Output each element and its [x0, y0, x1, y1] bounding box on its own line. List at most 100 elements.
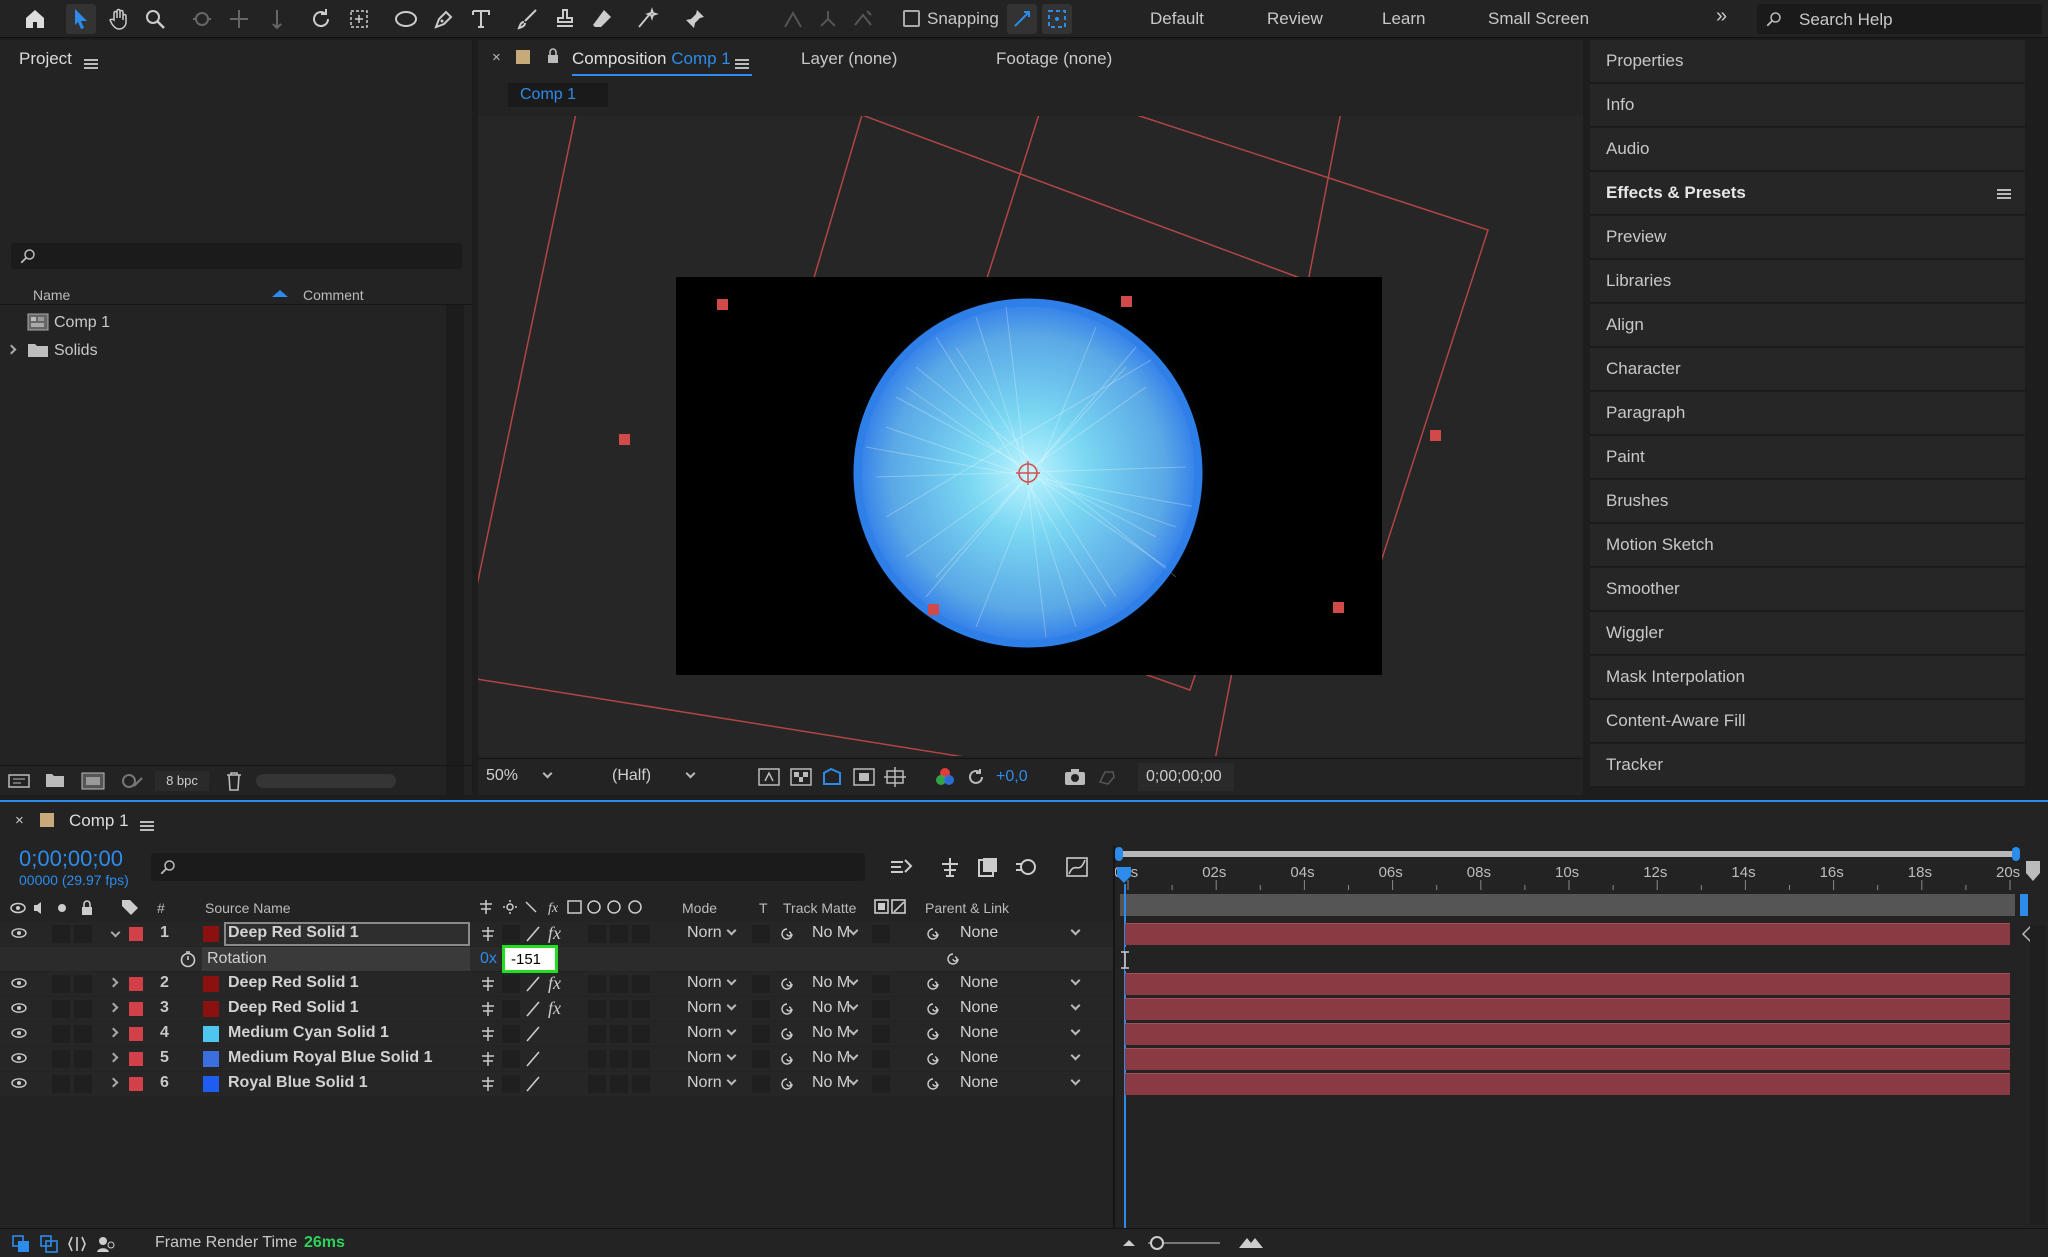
preserve-transparency-switch[interactable] — [752, 1025, 770, 1043]
preserve-transparency-switch[interactable] — [752, 1075, 770, 1093]
chevron-right-icon[interactable] — [108, 1027, 119, 1038]
project-item-solids[interactable]: Solids — [0, 338, 445, 364]
parent-dropdown[interactable]: None — [960, 974, 1081, 992]
parent-dropdown[interactable]: None — [960, 1024, 1081, 1042]
matte-pick-whip-icon[interactable] — [778, 976, 796, 992]
motion-blur-switch[interactable] — [610, 925, 628, 943]
layer-row[interactable]: 5 Medium Royal Blue Solid 1 Norn No M None — [0, 1047, 1113, 1071]
composition-frame[interactable] — [676, 277, 1382, 675]
close-tab-icon[interactable]: × — [492, 49, 501, 66]
rotation-degrees-input[interactable]: -151 — [502, 945, 558, 973]
lock-switch[interactable] — [74, 1075, 92, 1093]
solo-switch[interactable] — [52, 1075, 70, 1093]
pan-camera-icon[interactable] — [224, 4, 254, 34]
collapse-switch[interactable] — [502, 1075, 520, 1093]
layer-handle[interactable] — [928, 604, 939, 615]
label-color-swatch[interactable] — [129, 1002, 143, 1016]
parent-pick-whip-icon[interactable] — [924, 926, 942, 942]
snap-edges-icon[interactable] — [1007, 4, 1037, 34]
lock-switch[interactable] — [74, 975, 92, 993]
panel-info[interactable]: Info — [1590, 84, 2025, 127]
preserve-transparency-switch[interactable] — [752, 925, 770, 943]
adjustment-layer-switch[interactable] — [632, 1050, 650, 1068]
panel-align[interactable]: Align — [1590, 304, 2025, 347]
matte-invert-switch[interactable] — [872, 925, 890, 943]
matte-invert-switch[interactable] — [872, 975, 890, 993]
interpret-footage-icon[interactable] — [8, 772, 30, 790]
timeline-tab[interactable]: Comp 1 — [69, 811, 129, 831]
eye-icon[interactable] — [11, 1003, 27, 1013]
zoom-tool-icon[interactable] — [140, 4, 170, 34]
frame-blend-switch[interactable] — [588, 1075, 606, 1093]
roto-brush-icon[interactable] — [632, 4, 662, 34]
layer-name[interactable]: Medium Royal Blue Solid 1 — [228, 1049, 432, 1067]
solo-switch[interactable] — [52, 975, 70, 993]
current-time-indicator-head[interactable] — [1116, 866, 1132, 884]
matte-pick-whip-icon[interactable] — [778, 1076, 796, 1092]
bit-depth-button[interactable]: 8 bpc — [155, 771, 209, 791]
footage-tab[interactable]: Footage (none) — [996, 49, 1112, 69]
work-area-bar[interactable] — [1115, 847, 2020, 861]
timeline-pane-divider[interactable] — [1113, 845, 1115, 1230]
motion-blur-switch[interactable] — [610, 975, 628, 993]
panel-brushes[interactable]: Brushes — [1590, 480, 2025, 523]
effects-switch[interactable]: fx — [548, 923, 561, 944]
thumbnail-slider[interactable] — [256, 774, 396, 788]
reset-exposure-icon[interactable] — [966, 767, 986, 787]
snapping-option-3-icon[interactable] — [848, 4, 878, 34]
comp-button-icon[interactable] — [2024, 859, 2042, 887]
track-matte-dropdown[interactable]: No M — [812, 1049, 859, 1067]
parent-pick-whip-icon[interactable] — [924, 1051, 942, 1067]
track-matte-dropdown[interactable]: No M — [812, 974, 859, 992]
property-pick-whip-icon[interactable] — [944, 951, 962, 967]
parent-pick-whip-icon[interactable] — [924, 1001, 942, 1017]
collapse-switch[interactable] — [502, 1000, 520, 1018]
solo-switch[interactable] — [52, 1000, 70, 1018]
time-navigator[interactable] — [1120, 894, 2015, 916]
panel-paragraph[interactable]: Paragraph — [1590, 392, 2025, 435]
track-matte-dropdown[interactable]: No M — [812, 1024, 859, 1042]
current-time-display[interactable]: 0;00;00;00 — [19, 846, 123, 872]
zoom-in-icon[interactable] — [1238, 1235, 1264, 1249]
track-matte-dropdown[interactable]: No M — [812, 999, 859, 1017]
parent-dropdown[interactable]: None — [960, 1049, 1081, 1067]
layer-row[interactable]: 1 Deep Red Solid 1 fx Norn No M None — [0, 922, 1113, 946]
frame-blend-switch[interactable] — [588, 1000, 606, 1018]
blend-mode-dropdown[interactable]: Norn — [687, 1049, 737, 1067]
parent-pick-whip-icon[interactable] — [924, 976, 942, 992]
parent-dropdown[interactable]: None — [960, 924, 1081, 942]
dolly-camera-icon[interactable] — [262, 4, 292, 34]
composition-viewer[interactable] — [478, 116, 1583, 756]
breadcrumb-comp-1[interactable]: Comp 1 — [508, 83, 608, 107]
motion-blur-switch[interactable] — [610, 1050, 628, 1068]
label-color-swatch[interactable] — [129, 977, 143, 991]
quality-slash-icon[interactable] — [524, 975, 542, 993]
column-source-name[interactable]: Source Name — [205, 900, 291, 916]
chevron-right-icon[interactable] — [6, 344, 17, 355]
chevron-right-icon[interactable] — [108, 977, 119, 988]
project-scrollbar[interactable] — [446, 305, 464, 805]
lock-switch[interactable] — [74, 925, 92, 943]
rotate-tool-icon[interactable] — [306, 4, 336, 34]
lock-switch[interactable] — [74, 1025, 92, 1043]
layer-name[interactable]: Deep Red Solid 1 — [228, 924, 359, 942]
adjustment-layer-switch[interactable] — [632, 1000, 650, 1018]
shy-switch-icon[interactable] — [480, 1051, 496, 1067]
pen-tool-icon[interactable] — [429, 4, 459, 34]
collapse-switch[interactable] — [502, 1050, 520, 1068]
preserve-transparency-switch[interactable] — [752, 1050, 770, 1068]
column-name[interactable]: Name — [33, 287, 70, 303]
project-menu-icon[interactable] — [84, 58, 98, 69]
parent-dropdown[interactable]: None — [960, 999, 1081, 1017]
exposure-value[interactable]: +0,0 — [996, 768, 1028, 786]
timeline-zoom-thumb[interactable] — [1150, 1236, 1164, 1250]
layer-switches-toggle-icon[interactable] — [12, 1235, 30, 1253]
trash-icon[interactable] — [225, 771, 243, 791]
rotation-turns-value[interactable]: 0x — [480, 950, 497, 968]
puppet-pin-icon[interactable] — [680, 4, 710, 34]
panel-smoother[interactable]: Smoother — [1590, 568, 2025, 611]
composition-mini-flowchart-icon[interactable] — [889, 856, 913, 878]
eye-icon[interactable] — [11, 978, 27, 988]
new-composition-icon[interactable] — [81, 772, 105, 790]
blend-mode-dropdown[interactable]: Norn — [687, 924, 737, 942]
